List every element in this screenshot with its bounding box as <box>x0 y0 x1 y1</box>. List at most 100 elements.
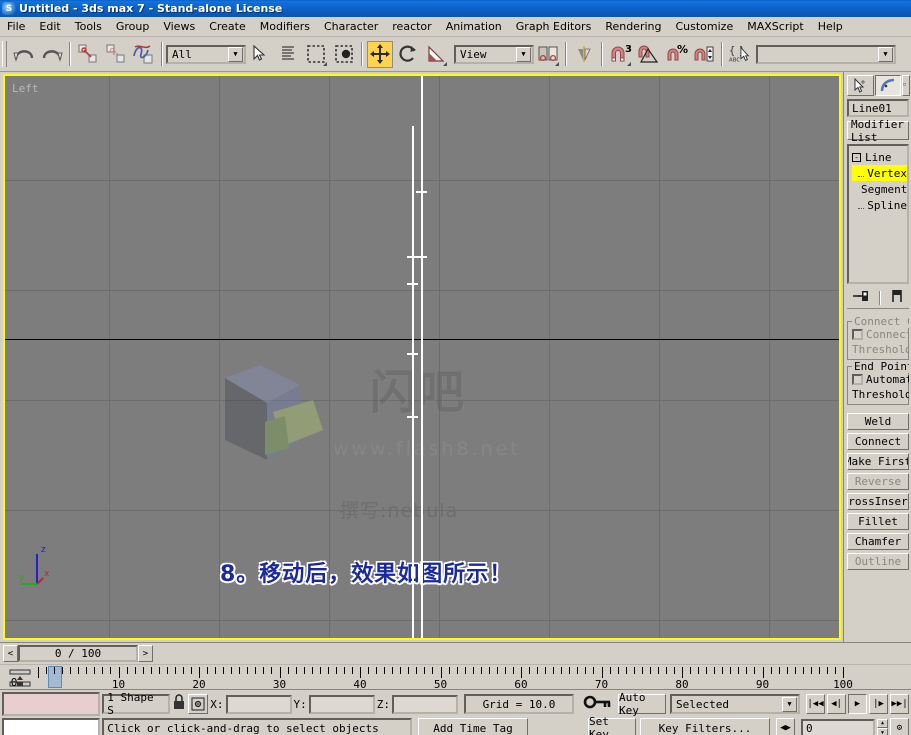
key-mode-toggle-icon[interactable]: ◀▶ <box>776 718 795 735</box>
rectangular-selection-region-icon[interactable] <box>303 41 329 68</box>
vertex-marker[interactable] <box>416 191 427 193</box>
key-filters-button[interactable]: Key Filters... <box>640 718 770 735</box>
time-configuration-icon[interactable]: ⚙ <box>890 718 909 735</box>
add-time-tag-button[interactable]: Add Time Tag <box>418 718 528 735</box>
lock-selection-icon[interactable] <box>172 693 186 715</box>
angle-snap-toggle-icon[interactable] <box>635 41 661 68</box>
spinner-snap-toggle-icon[interactable] <box>691 41 717 68</box>
menu-item-modifiers[interactable]: Modifiers <box>253 18 317 35</box>
y-field[interactable] <box>308 694 375 714</box>
select-and-move-icon[interactable] <box>367 40 393 68</box>
flyout-corner-icon[interactable] <box>555 61 559 66</box>
object-name-field[interactable]: Line01 <box>847 99 909 117</box>
menu-item-animation[interactable]: Animation <box>439 18 509 35</box>
current-frame-field[interactable]: 0 <box>801 718 875 735</box>
command-panel-tabs[interactable] <box>844 72 911 96</box>
chevron-down-icon[interactable]: ▼ <box>878 46 893 62</box>
vertex-marker[interactable] <box>407 416 418 418</box>
prev-frame-icon[interactable]: ◀| <box>827 694 846 714</box>
menu-item-customize[interactable]: Customize <box>668 18 740 35</box>
selection-filter-dropdown[interactable]: All ▼ <box>166 44 246 64</box>
redo-icon[interactable] <box>39 41 65 68</box>
menu-item-help[interactable]: Help <box>811 18 850 35</box>
cross-insert-button[interactable]: CrossInsert <box>847 493 909 510</box>
named-selection-sets-icon[interactable]: { } ABC <box>727 41 753 68</box>
undo-icon[interactable] <box>11 41 37 68</box>
menu-item-reactor[interactable]: reactor <box>385 18 438 35</box>
absolute-relative-icon[interactable] <box>188 694 209 714</box>
auto-weld-checkbox[interactable] <box>852 374 863 385</box>
listener-output-pane[interactable] <box>2 692 101 716</box>
menu-item-character[interactable]: Character <box>317 18 385 35</box>
flyout-corner-icon[interactable] <box>323 61 327 66</box>
chamfer-button[interactable]: Chamfer <box>847 533 909 550</box>
flyout-corner-icon[interactable] <box>627 61 631 66</box>
menu-item-tools[interactable]: Tools <box>68 18 109 35</box>
vertex-marker[interactable] <box>407 353 418 355</box>
frame-spinner[interactable]: ▲ ▼ <box>877 718 888 735</box>
toolbar-grip[interactable] <box>2 41 7 67</box>
select-and-scale-icon[interactable] <box>423 41 449 68</box>
connect-button[interactable]: Connect <box>847 433 909 450</box>
select-by-name-icon[interactable] <box>275 41 301 68</box>
key-set-dropdown[interactable]: Selected ▼ <box>670 694 800 714</box>
goto-end-icon[interactable]: ▶▶| <box>890 694 909 714</box>
z-field[interactable] <box>392 694 458 714</box>
pin-stack-icon[interactable] <box>852 288 870 307</box>
menu-bar[interactable]: File Edit Tools Group Views Create Modif… <box>0 17 911 37</box>
viewport-label[interactable]: Left <box>12 82 39 95</box>
hierarchy-tab[interactable] <box>902 75 910 96</box>
spline-line01-left[interactable] <box>412 126 414 638</box>
stack-item-segment[interactable]: Segment <box>852 181 907 197</box>
key-mode-icon[interactable] <box>582 692 614 716</box>
connect-copy-checkbox[interactable] <box>852 329 863 340</box>
chevron-down-icon[interactable]: ▼ <box>782 696 797 712</box>
geometry-rollout[interactable]: Connect Copy Connect Threshold End Point… <box>847 313 909 642</box>
named-selection-sets-dropdown[interactable]: ▼ <box>756 44 896 64</box>
stack-item-line[interactable]: - Line <box>852 149 907 165</box>
window-crossing-icon[interactable] <box>331 41 357 68</box>
connect-copy-checkbox-row[interactable]: Connect <box>852 328 909 341</box>
modifier-list-dropdown[interactable]: Modifier List <box>847 118 909 144</box>
auto-weld-checkbox-row[interactable]: Automatic Welding <box>852 373 909 386</box>
menu-item-group[interactable]: Group <box>109 18 157 35</box>
goto-start-icon[interactable]: |◀◀ <box>806 694 825 714</box>
chevron-down-icon[interactable]: ▼ <box>516 46 531 62</box>
modifier-stack-toolbar[interactable] <box>847 287 909 309</box>
menu-item-create[interactable]: Create <box>202 18 253 35</box>
menu-item-views[interactable]: Views <box>156 18 202 35</box>
menu-item-graph-editors[interactable]: Graph Editors <box>509 18 599 35</box>
chevron-down-icon[interactable]: ▼ <box>228 46 243 62</box>
bind-to-space-warp-icon[interactable] <box>131 41 157 68</box>
set-key-button[interactable]: Set Key <box>588 715 636 735</box>
modifier-stack[interactable]: - Line Vertex Segment Spline <box>847 144 909 284</box>
menu-item-rendering[interactable]: Rendering <box>598 18 668 35</box>
prev-frame-arrow[interactable]: < <box>3 645 18 662</box>
main-toolbar[interactable]: All ▼ View ▼ 3 % {} ABC ▼ <box>0 37 911 72</box>
command-panel[interactable]: Line01 Modifier List - Line Vertex Segme… <box>843 72 911 642</box>
flyout-corner-icon[interactable] <box>443 61 447 66</box>
vertex-marker[interactable] <box>407 283 418 285</box>
select-and-rotate-icon[interactable] <box>395 41 421 68</box>
vertex-marker[interactable] <box>407 256 418 258</box>
stack-item-vertex[interactable]: Vertex <box>852 165 907 181</box>
make-first-button[interactable]: Make First <box>847 453 909 470</box>
stack-item-spline[interactable]: Spline <box>852 197 907 213</box>
mirror-icon[interactable] <box>571 41 597 68</box>
percent-snap-toggle-icon[interactable]: % <box>663 41 689 68</box>
select-object-icon[interactable] <box>247 41 273 68</box>
use-pivot-point-center-icon[interactable] <box>535 41 561 68</box>
next-frame-arrow[interactable]: > <box>138 645 153 662</box>
modify-tab[interactable] <box>874 75 902 96</box>
menu-item-edit[interactable]: Edit <box>32 18 67 35</box>
next-frame-icon[interactable]: |▶ <box>869 694 888 714</box>
time-slider-bar[interactable]: < 0 / 100 > <box>0 642 911 664</box>
play-icon[interactable]: ▶ <box>848 694 867 714</box>
unlink-selection-icon[interactable] <box>103 41 129 68</box>
weld-button[interactable]: Weld <box>847 413 909 430</box>
menu-item-file[interactable]: File <box>0 18 32 35</box>
snaps-toggle-icon[interactable]: 3 <box>607 41 633 68</box>
create-tab[interactable] <box>847 75 874 96</box>
x-field[interactable] <box>225 694 292 714</box>
auto-key-button[interactable]: Auto Key <box>618 691 666 717</box>
